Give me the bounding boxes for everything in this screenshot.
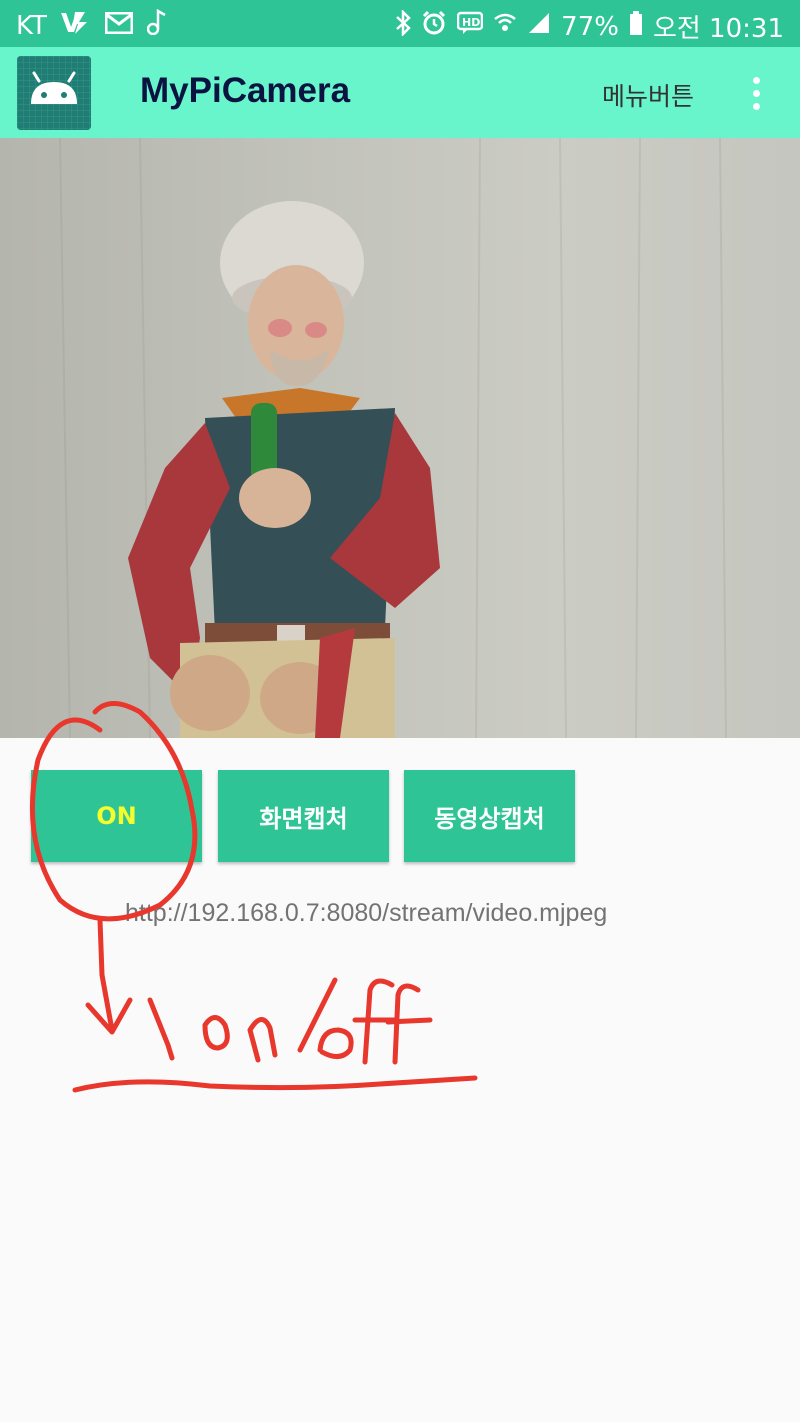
capture-button[interactable]: 화면캡처	[218, 770, 389, 862]
figurine-image	[59, 138, 727, 738]
menu-button[interactable]: 메뉴버튼	[602, 77, 694, 113]
status-bar: KT V HD 77% 오전 10:31	[0, 0, 800, 47]
more-vert-icon[interactable]	[742, 75, 770, 111]
handwriting-off	[317, 978, 433, 1065]
underline-mark	[72, 1075, 478, 1093]
music-note-icon	[146, 8, 167, 42]
handwriting-on	[147, 997, 278, 1063]
clock: 오전 10:31	[652, 14, 784, 44]
stream-url: http://192.168.0.7:8080/stream/video.mjp…	[125, 899, 608, 927]
battery-percent: 77%	[561, 11, 619, 42]
handwriting-slash	[297, 977, 338, 1053]
alarm-icon	[421, 10, 447, 43]
bluetooth-icon	[395, 8, 411, 43]
wifi-icon	[493, 11, 517, 42]
arrow-head	[85, 997, 133, 1035]
svg-text:HD: HD	[462, 16, 480, 29]
android-icon[interactable]	[17, 56, 91, 130]
hd-icon: HD	[456, 11, 484, 42]
mail-icon	[104, 11, 134, 41]
arrow-line	[97, 917, 115, 1033]
app-title: MyPiCamera	[140, 71, 351, 110]
camera-stream-view	[0, 138, 800, 738]
app-bar: MyPiCamera 메뉴버튼	[0, 47, 800, 138]
video-capture-button[interactable]: 동영상캡처	[404, 770, 575, 862]
signal-icon	[527, 11, 551, 42]
voicemail-icon: V	[61, 8, 91, 43]
carrier-label: KT	[16, 10, 47, 41]
on-button[interactable]: ON	[31, 770, 202, 862]
battery-icon	[629, 10, 643, 43]
